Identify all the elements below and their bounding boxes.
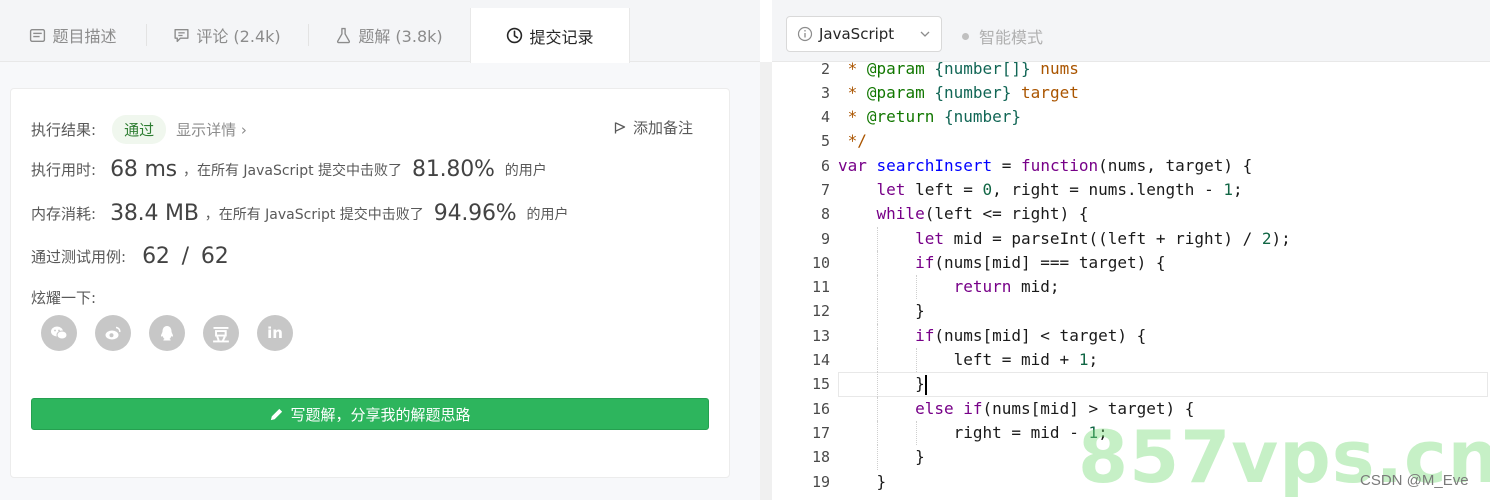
code-line: } <box>838 299 1488 324</box>
code-line: if(nums[mid] === target) { <box>838 250 1488 276</box>
memory-label: 内存消耗: <box>31 205 97 223</box>
line-number: 17 <box>811 423 830 442</box>
write-solution-label: 写题解，分享我的解题思路 <box>290 405 471 424</box>
memory-value: 38.4 MB <box>110 201 199 226</box>
code-line: left = mid + 1; <box>838 348 1488 373</box>
info-icon <box>797 26 813 42</box>
text-cursor <box>924 374 927 395</box>
memory-beat-text: ，在所有 JavaScript 提交中击败了 <box>204 206 424 223</box>
code-line: while(left <= right) { <box>876 204 1089 224</box>
line-number: 6 <box>820 156 830 175</box>
code-line: let left = 0, right = nums.length - 1; <box>876 179 1243 199</box>
line-number: 5 <box>820 132 830 151</box>
tab-solutions-label: 题解 (3.8k) <box>358 27 443 46</box>
line-number: 12 <box>811 302 830 321</box>
submission-result-card: 执行结果: 通过 显示详情 › 添加备注 执行用时: 68 ms ，在所有 Ja… <box>10 88 730 478</box>
runtime-value: 68 ms <box>110 157 177 182</box>
flag-icon <box>614 121 626 133</box>
douban-icon[interactable]: 豆 <box>203 315 239 351</box>
testcases-label: 通过测试用例: <box>31 248 127 266</box>
editor-toolbar: JavaScript 智能模式 <box>772 0 1490 62</box>
line-number: 15 <box>811 375 830 394</box>
wechat-icon[interactable] <box>41 315 77 351</box>
code-line: * @return {number} <box>838 107 1022 127</box>
code-line: * @param {number} target <box>838 82 1079 102</box>
tab-description-label: 题目描述 <box>52 27 117 46</box>
code-line: let mid = parseInt((left + right) / 2); <box>838 226 1488 251</box>
line-number: 2 <box>820 62 830 78</box>
add-note-label: 添加备注 <box>632 119 693 137</box>
write-solution-button[interactable]: 写题解，分享我的解题思路 <box>31 398 709 430</box>
panel-splitter[interactable] <box>760 62 772 500</box>
tab-comments[interactable]: 评论 (2.4k) <box>147 8 307 62</box>
line-number: 9 <box>820 229 830 248</box>
line-number: 18 <box>811 448 830 467</box>
flask-icon <box>337 27 351 43</box>
code-line: var searchInsert = function(nums, target… <box>838 155 1253 175</box>
tab-bar: 题目描述 评论 (2.4k) 题解 (3.8k) 提交记录 <box>0 0 760 63</box>
line-number: 10 <box>811 253 830 272</box>
current-code-line: } <box>838 372 1488 397</box>
line-number: 11 <box>811 278 830 297</box>
clock-icon <box>507 27 523 44</box>
line-number: 13 <box>811 326 830 345</box>
tab-description[interactable]: 题目描述 <box>0 8 146 62</box>
weibo-icon[interactable] <box>95 315 131 351</box>
code-line: * @param {number[]} nums <box>838 62 1079 78</box>
memory-suffix: 的用户 <box>526 206 569 223</box>
tab-submissions-label: 提交记录 <box>529 27 594 47</box>
result-row: 执行结果: 通过 显示详情 › <box>31 115 247 144</box>
chevron-down-icon <box>920 31 930 37</box>
memory-percent: 94.96% <box>433 201 517 226</box>
line-number: 8 <box>820 205 830 224</box>
credit-text: CSDN @M_Eve <box>1360 472 1469 489</box>
show-details-link[interactable]: 显示详情 › <box>176 119 247 140</box>
tab-submissions[interactable]: 提交记录 <box>470 8 630 63</box>
memory-row: 内存消耗: 38.4 MB ，在所有 JavaScript 提交中击败了 94.… <box>31 201 568 226</box>
language-select[interactable]: JavaScript <box>786 16 942 52</box>
runtime-percent: 81.80% <box>412 157 495 182</box>
testcases-total: 62 <box>200 244 229 269</box>
testcases-passed: 62 <box>142 244 170 269</box>
testcases-row: 通过测试用例: 62 / 62 <box>31 244 235 269</box>
status-badge: 通过 <box>112 115 167 144</box>
share-icons: 豆 in <box>41 315 293 351</box>
qq-icon[interactable] <box>149 315 185 351</box>
line-number: 4 <box>820 108 830 127</box>
tab-comments-label: 评论 (2.4k) <box>196 27 281 46</box>
tab-solutions[interactable]: 题解 (3.8k) <box>309 8 469 62</box>
testcases-separator: / <box>181 244 189 269</box>
runtime-label: 执行用时: <box>31 161 97 179</box>
code-line: */ <box>838 131 867 151</box>
share-row: 炫耀一下: <box>31 287 96 308</box>
line-number: 16 <box>811 399 830 418</box>
code-line: if(nums[mid] < target) { <box>838 323 1488 349</box>
share-label: 炫耀一下: <box>31 289 97 307</box>
linkedin-glyph: in <box>267 324 283 342</box>
left-panel: 题目描述 评论 (2.4k) 题解 (3.8k) 提交记录 执行结果: 通过 显… <box>0 0 760 500</box>
line-number-gutter: 2 3 4 5 6 7 8 9 10 11 12 13 14 15 16 17 … <box>786 62 830 494</box>
code-line: return mid; <box>838 275 1488 300</box>
linkedin-icon[interactable]: in <box>257 315 293 351</box>
runtime-beat-text: ，在所有 JavaScript 提交中击败了 <box>182 162 403 179</box>
smart-mode-toggle[interactable]: 智能模式 <box>962 24 1043 48</box>
line-number: 3 <box>820 83 830 102</box>
runtime-row: 执行用时: 68 ms ，在所有 JavaScript 提交中击败了 81.80… <box>31 157 547 182</box>
add-note-button[interactable]: 添加备注 <box>613 117 693 138</box>
line-number: 19 <box>811 472 830 491</box>
language-value: JavaScript <box>819 25 895 43</box>
smart-mode-label: 智能模式 <box>979 28 1044 47</box>
line-number: 14 <box>811 351 830 370</box>
line-number: 7 <box>820 180 830 199</box>
douban-glyph: 豆 <box>212 325 230 346</box>
runtime-suffix: 的用户 <box>504 162 547 179</box>
status-dot-icon <box>962 32 969 40</box>
result-label: 执行结果: <box>31 121 97 139</box>
pencil-icon <box>271 408 283 420</box>
comment-icon <box>174 28 189 42</box>
description-icon <box>30 28 46 42</box>
